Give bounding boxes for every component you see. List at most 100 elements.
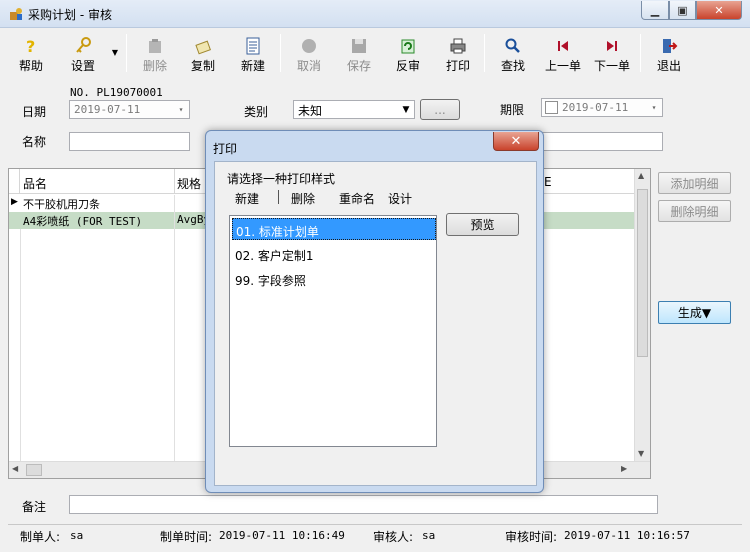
category-label: 类别 <box>244 105 269 119</box>
status-bar: 制单人: sa 制单时间: 2019-07-11 10:16:49 审核人: s… <box>0 524 750 552</box>
next-record-button[interactable]: 下一单 <box>592 32 632 74</box>
auditor-value: sa <box>422 529 436 542</box>
close-icon: ✕ <box>510 133 522 149</box>
print-dialog: 打印 ✕ 请选择一种打印样式 新建 删除 重命名 设计 01. 标准计划单 02… <box>205 130 544 493</box>
list-item[interactable]: 02. 客户定制1 <box>232 243 436 265</box>
toolbar-separator <box>126 34 127 72</box>
dialog-prompt: 请选择一种打印样式 <box>227 172 336 186</box>
name-field-extension[interactable] <box>538 132 663 151</box>
copy-button[interactable]: 复制 <box>188 32 218 74</box>
generate-button[interactable]: 生成▼ <box>658 301 731 324</box>
refresh-icon <box>398 36 418 55</box>
list-item[interactable]: 01. 标准计划单 <box>232 218 436 240</box>
style-rename-link[interactable]: 重命名 <box>339 190 375 207</box>
audit-time-value: 2019-07-11 10:16:57 <box>564 529 690 542</box>
style-design-link[interactable]: 设计 <box>388 190 412 207</box>
find-button[interactable]: 查找 <box>498 32 528 74</box>
h-scrollbar-thumb[interactable] <box>26 464 42 476</box>
remarks-field[interactable] <box>69 495 658 514</box>
status-divider <box>8 524 742 525</box>
scroll-right-icon[interactable]: ▶ <box>621 464 627 473</box>
delete-button[interactable]: 删除 <box>140 32 170 74</box>
print-style-list[interactable]: 01. 标准计划单 02. 客户定制1 99. 字段参照 <box>229 215 437 447</box>
creator-value: sa <box>70 529 84 542</box>
scrollbar-thumb[interactable] <box>637 189 648 357</box>
dialog-body: 请选择一种打印样式 新建 删除 重命名 设计 01. 标准计划单 02. 客户定… <box>214 161 537 486</box>
creator-label: 制单人: <box>20 530 61 544</box>
help-button[interactable]: ? 帮助 <box>14 32 48 74</box>
document-number: NO. PL19070001 <box>70 86 163 99</box>
minimize-icon: ▁ <box>650 3 660 17</box>
delete-detail-button[interactable]: 删除明细 <box>658 200 731 222</box>
close-icon: ✕ <box>714 3 724 17</box>
delete-icon <box>145 36 165 55</box>
preview-button[interactable]: 预览 <box>446 213 519 236</box>
category-browse-button[interactable]: ... <box>420 99 460 120</box>
new-button[interactable]: 新建 <box>238 32 268 74</box>
minimize-button[interactable]: ▁ <box>641 1 669 20</box>
row-header-corner <box>9 169 20 194</box>
window-title: 采购计划 - 审核 <box>28 8 112 22</box>
create-time-label: 制单时间: <box>160 530 213 544</box>
toolbar-separator <box>484 34 485 72</box>
chevron-down-icon: ▼ <box>402 104 410 115</box>
unaudit-button[interactable]: 反审 <box>393 32 423 74</box>
window-title-bar: 采购计划 - 审核 ▁ ▣ ✕ <box>0 0 750 28</box>
settings-dropdown-button[interactable]: ▼ <box>108 32 122 74</box>
key-icon <box>73 36 93 55</box>
toolbar-separator <box>280 34 281 72</box>
new-document-icon <box>243 36 263 55</box>
row-header-divider <box>20 229 21 462</box>
app-icon <box>10 8 22 20</box>
cancel-icon <box>299 36 319 55</box>
vertical-scrollbar[interactable]: ▲ ▼ <box>634 169 650 462</box>
column-header-name[interactable]: 品名 <box>23 175 47 192</box>
dialog-close-button[interactable]: ✕ <box>493 132 539 151</box>
deadline-checkbox[interactable] <box>545 101 558 114</box>
date-field[interactable]: 2019-07-11 ▾ <box>69 100 190 119</box>
deadline-label: 期限 <box>500 103 525 117</box>
calendar-dropdown-icon: ▾ <box>178 105 184 114</box>
name-field[interactable] <box>69 132 190 151</box>
search-icon <box>503 36 523 55</box>
style-new-link[interactable]: 新建 <box>235 190 259 207</box>
remarks-label: 备注 <box>22 500 47 514</box>
column-divider <box>174 195 175 462</box>
column-divider <box>174 169 175 194</box>
deadline-field[interactable]: 2019-07-11 ▾ <box>541 98 663 117</box>
exit-door-icon <box>659 36 679 55</box>
first-arrow-icon <box>553 36 573 55</box>
menu-separator <box>278 190 279 204</box>
close-button[interactable]: ✕ <box>696 1 742 20</box>
help-icon: ? <box>21 36 41 55</box>
exit-button[interactable]: 退出 <box>654 32 684 74</box>
scroll-up-icon[interactable]: ▲ <box>638 171 644 180</box>
settings-button[interactable]: 设置 <box>68 32 98 74</box>
scroll-down-icon[interactable]: ▼ <box>638 449 644 458</box>
prev-record-button[interactable]: 上一单 <box>543 32 583 74</box>
print-button[interactable]: 打印 <box>443 32 473 74</box>
toolbar-separator <box>640 34 641 72</box>
dialog-title: 打印 <box>213 142 238 156</box>
calendar-dropdown-icon: ▾ <box>651 103 657 112</box>
create-time-value: 2019-07-11 10:16:49 <box>219 529 345 542</box>
dropdown-arrow-icon: ▼ <box>111 47 119 57</box>
scroll-left-icon[interactable]: ◀ <box>12 464 18 473</box>
maximize-button[interactable]: ▣ <box>669 1 696 20</box>
printer-icon <box>448 36 468 55</box>
name-label: 名称 <box>22 135 47 149</box>
copy-icon <box>193 36 213 55</box>
category-select[interactable]: 未知 ▼ <box>293 100 415 119</box>
restore-icon: ▣ <box>677 3 688 17</box>
row-pointer-icon: ▶ <box>11 197 18 207</box>
list-item[interactable]: 99. 字段参照 <box>232 268 436 290</box>
date-label: 日期 <box>22 105 47 119</box>
toolbar: ? 帮助 设置 ▼ 删除 复制 新建 取消 保存 反审 打印 查找 上一单 下一… <box>8 32 744 76</box>
save-button[interactable]: 保存 <box>344 32 374 74</box>
style-delete-link[interactable]: 删除 <box>291 190 315 207</box>
column-header-partial: E <box>544 175 552 189</box>
column-header-spec[interactable]: 规格 <box>177 175 201 192</box>
svg-text:?: ? <box>26 37 35 55</box>
add-detail-button[interactable]: 添加明细 <box>658 172 731 194</box>
cancel-button[interactable]: 取消 <box>294 32 324 74</box>
